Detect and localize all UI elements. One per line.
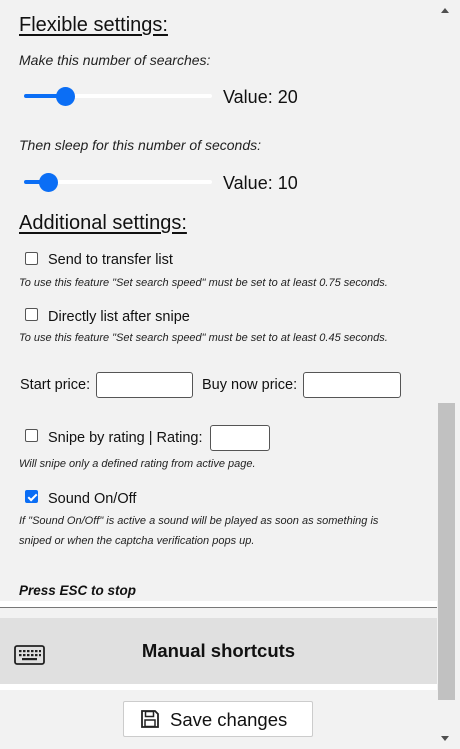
manual-shortcuts-bar[interactable]: Manual shortcuts [0,618,437,684]
save-changes-button[interactable]: Save changes [123,701,313,737]
directly-list-note: To use this feature "Set search speed" m… [19,332,388,344]
press-esc-hint: Press ESC to stop [19,583,137,598]
transfer-list-note: To use this feature "Set search speed" m… [19,277,388,289]
sleep-label: Then sleep for this number of seconds: [19,137,262,153]
manual-shortcuts-label: Manual shortcuts [141,640,296,661]
sleep-slider[interactable] [24,172,212,192]
directly-list-checkbox[interactable] [25,308,38,321]
sleep-value: Value: 10 [223,173,298,193]
searches-slider-thumb[interactable] [55,86,75,106]
buy-now-price-input[interactable] [303,372,401,398]
searches-label: Make this number of searches: [19,52,211,68]
sound-note-line1: If "Sound On/Off" is active a sound will… [19,515,379,527]
additional-settings-heading: Additional settings: [19,212,187,234]
rating-note: Will snipe only a defined rating from ac… [19,458,256,470]
buy-now-price-label: Buy now price: [202,377,298,393]
scroll-up-arrow-icon[interactable] [441,8,449,13]
rating-input[interactable] [210,425,270,451]
snipe-by-rating-checkbox[interactable] [25,429,38,442]
start-price-input[interactable] [96,372,193,398]
sleep-slider-thumb[interactable] [38,172,58,192]
flexible-settings-heading: Flexible settings: [19,14,168,36]
sound-checkbox[interactable] [25,490,38,503]
scroll-down-arrow-icon[interactable] [441,736,449,741]
directly-list-label: Directly list after snipe [48,309,190,325]
transfer-list-checkbox[interactable] [25,252,38,265]
sound-label: Sound On/Off [48,491,137,507]
snipe-by-rating-label: Snipe by rating | Rating: [48,430,203,446]
bottom-divider [0,684,437,690]
floppy-disk-icon [141,710,159,728]
settings-panel: Flexible settings: Make this number of s… [0,0,437,749]
divider-line [0,607,437,608]
searches-value: Value: 20 [223,87,298,107]
start-price-label: Start price: [20,377,91,393]
save-changes-label: Save changes [170,709,288,730]
transfer-list-label: Send to transfer list [48,252,173,268]
sound-note-line2: sniped or when the captcha verification … [19,535,255,547]
searches-slider[interactable] [24,86,212,106]
scrollbar-thumb[interactable] [438,403,455,700]
